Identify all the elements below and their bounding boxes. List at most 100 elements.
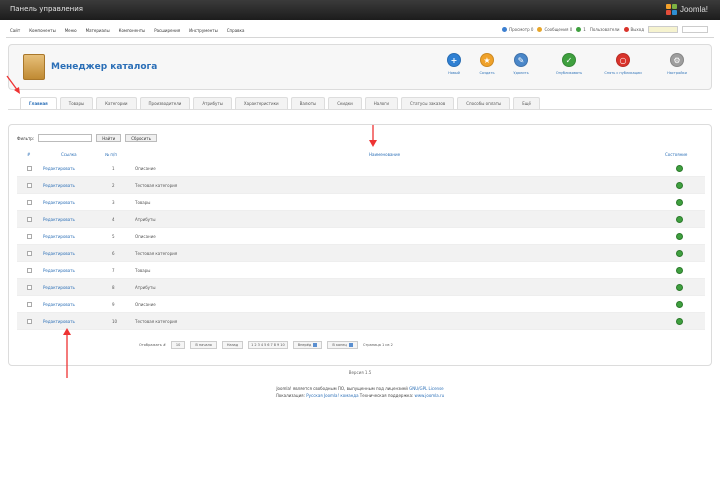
row-edit-link[interactable]: Редактировать (43, 234, 75, 239)
localization-link[interactable]: Русская Joomla! команда (306, 393, 358, 398)
published-status-icon[interactable] (676, 267, 683, 274)
search-input[interactable] (648, 26, 678, 33)
tab-6[interactable]: Валюты (290, 97, 326, 109)
table-row: Редактировать 5 Описание (17, 228, 705, 245)
menu-item[interactable]: Справка (227, 28, 245, 33)
row-checkbox[interactable] (27, 217, 32, 222)
tab-0[interactable]: Главная (20, 97, 57, 109)
row-checkbox[interactable] (27, 200, 32, 205)
toolbar-button-label: Опубликовать (555, 71, 583, 75)
page-number-link[interactable]: 1 (251, 343, 253, 347)
tab-7[interactable]: Скидки (328, 97, 362, 109)
menu-item[interactable]: Меню (65, 28, 77, 33)
row-edit-link[interactable]: Редактировать (43, 319, 75, 324)
tab-11[interactable]: Ещё (513, 97, 540, 109)
published-status-icon[interactable] (676, 165, 683, 172)
row-checkbox[interactable] (27, 319, 32, 324)
header-check[interactable]: # (27, 152, 30, 157)
header-num[interactable]: № п/п (105, 152, 117, 157)
row-edit-link[interactable]: Редактировать (43, 268, 75, 273)
header-title: Панель управления (10, 5, 83, 13)
tab-10[interactable]: Способы оплаты (457, 97, 511, 109)
published-status-icon[interactable] (676, 216, 683, 223)
menu-item[interactable]: Компоненты (29, 28, 56, 33)
star-icon: ★ (480, 53, 494, 67)
row-edit-link[interactable]: Редактировать (43, 183, 75, 188)
row-edit-link[interactable]: Редактировать (43, 302, 75, 307)
published-status-icon[interactable] (676, 182, 683, 189)
page-prev-button[interactable]: Назад (221, 341, 244, 349)
page-start-button[interactable]: В начало (190, 341, 217, 349)
page-next-button[interactable]: Вперёд (292, 341, 323, 349)
row-edit-link[interactable]: Редактировать (43, 285, 75, 290)
tab-4[interactable]: Атрибуты (193, 97, 232, 109)
display-select[interactable]: 10 (170, 341, 186, 349)
row-checkbox[interactable] (27, 251, 32, 256)
row-edit-link[interactable]: Редактировать (43, 166, 75, 171)
page-number-link[interactable]: 5 (264, 343, 266, 347)
messages-link[interactable]: Сообщения 0 (537, 27, 572, 33)
row-checkbox[interactable] (27, 285, 32, 290)
published-status-icon[interactable] (676, 250, 683, 257)
published-status-icon[interactable] (676, 199, 683, 206)
page-number-link[interactable]: 6 (267, 343, 269, 347)
menu-item[interactable]: Сайт (10, 28, 20, 33)
page-end-button[interactable]: В конец (327, 341, 358, 349)
row-checkbox[interactable] (27, 166, 32, 171)
tab-9[interactable]: Статусы заказов (400, 97, 455, 109)
row-edit-link[interactable]: Редактировать (43, 200, 75, 205)
row-edit-link[interactable]: Редактировать (43, 251, 75, 256)
page-number-link[interactable]: 4 (261, 343, 263, 347)
published-status-icon[interactable] (676, 284, 683, 291)
main-menu: Сайт Компоненты Меню Материалы Компоненты Рас… (6, 24, 714, 38)
page-title: Менеджер каталога (51, 62, 158, 72)
messages-icon (537, 27, 543, 33)
delete-toolbar-button[interactable]: ✎ Удалить (501, 53, 541, 75)
tab-3[interactable]: Производители (139, 97, 191, 109)
menu-item[interactable]: Компоненты (119, 28, 146, 33)
preview-link[interactable]: Просмотр 0 (502, 27, 533, 33)
row-number: 7 (112, 268, 115, 273)
row-checkbox[interactable] (27, 268, 32, 273)
row-number: 9 (112, 302, 115, 307)
tab-1[interactable]: Товары (59, 97, 94, 109)
filter-reset-button[interactable]: Сбросить (125, 134, 157, 142)
header-title[interactable]: Ссылка (61, 152, 77, 157)
page-number-link[interactable]: 9 (277, 343, 279, 347)
header-status[interactable]: Состояние (665, 152, 687, 157)
license-link[interactable]: GNU/GPL License (409, 386, 443, 391)
catalog-icon (23, 54, 45, 80)
users-online-link[interactable]: Пользователи (590, 27, 620, 32)
check-toolbar-button[interactable]: ✓ Опубликовать (549, 53, 589, 75)
menu-item[interactable]: Инструменты (189, 28, 218, 33)
language-select[interactable] (682, 26, 708, 33)
block-toolbar-button[interactable]: ○ Снять с публикации (603, 53, 643, 75)
published-status-icon[interactable] (676, 318, 683, 325)
filter-input[interactable] (38, 134, 93, 142)
menu-item[interactable]: Расширения (154, 28, 180, 33)
page-number-link[interactable]: 7 (271, 343, 273, 347)
row-number: 5 (112, 234, 115, 239)
row-checkbox[interactable] (27, 234, 32, 239)
tab-8[interactable]: Налоги (364, 97, 398, 109)
menu-item[interactable]: Материалы (86, 28, 110, 33)
annotation-arrow-header (369, 125, 377, 147)
support-link[interactable]: www.joomla.ru (415, 393, 445, 398)
logout-link[interactable]: Выход (623, 27, 644, 33)
filter-go-button[interactable]: Найти (96, 134, 122, 142)
page-number-link[interactable]: 3 (258, 343, 260, 347)
page-numbers: 1 2 3 4 5 6 7 8 9 10 (248, 341, 288, 349)
header-description[interactable]: Наименование (369, 152, 400, 157)
tab-2[interactable]: Категории (96, 97, 137, 109)
page-number-link[interactable]: 8 (274, 343, 276, 347)
row-edit-link[interactable]: Редактировать (43, 217, 75, 222)
tab-5[interactable]: Характеристики (234, 97, 288, 109)
table-row: Редактировать 1 Описание (17, 160, 705, 177)
page-number-link[interactable]: 2 (254, 343, 256, 347)
published-status-icon[interactable] (676, 233, 683, 240)
settings-toolbar-button[interactable]: ⚙ Настройки (657, 53, 697, 75)
row-checkbox[interactable] (27, 302, 32, 307)
page-number-link[interactable]: 10 (280, 343, 284, 347)
published-status-icon[interactable] (676, 301, 683, 308)
row-checkbox[interactable] (27, 183, 32, 188)
